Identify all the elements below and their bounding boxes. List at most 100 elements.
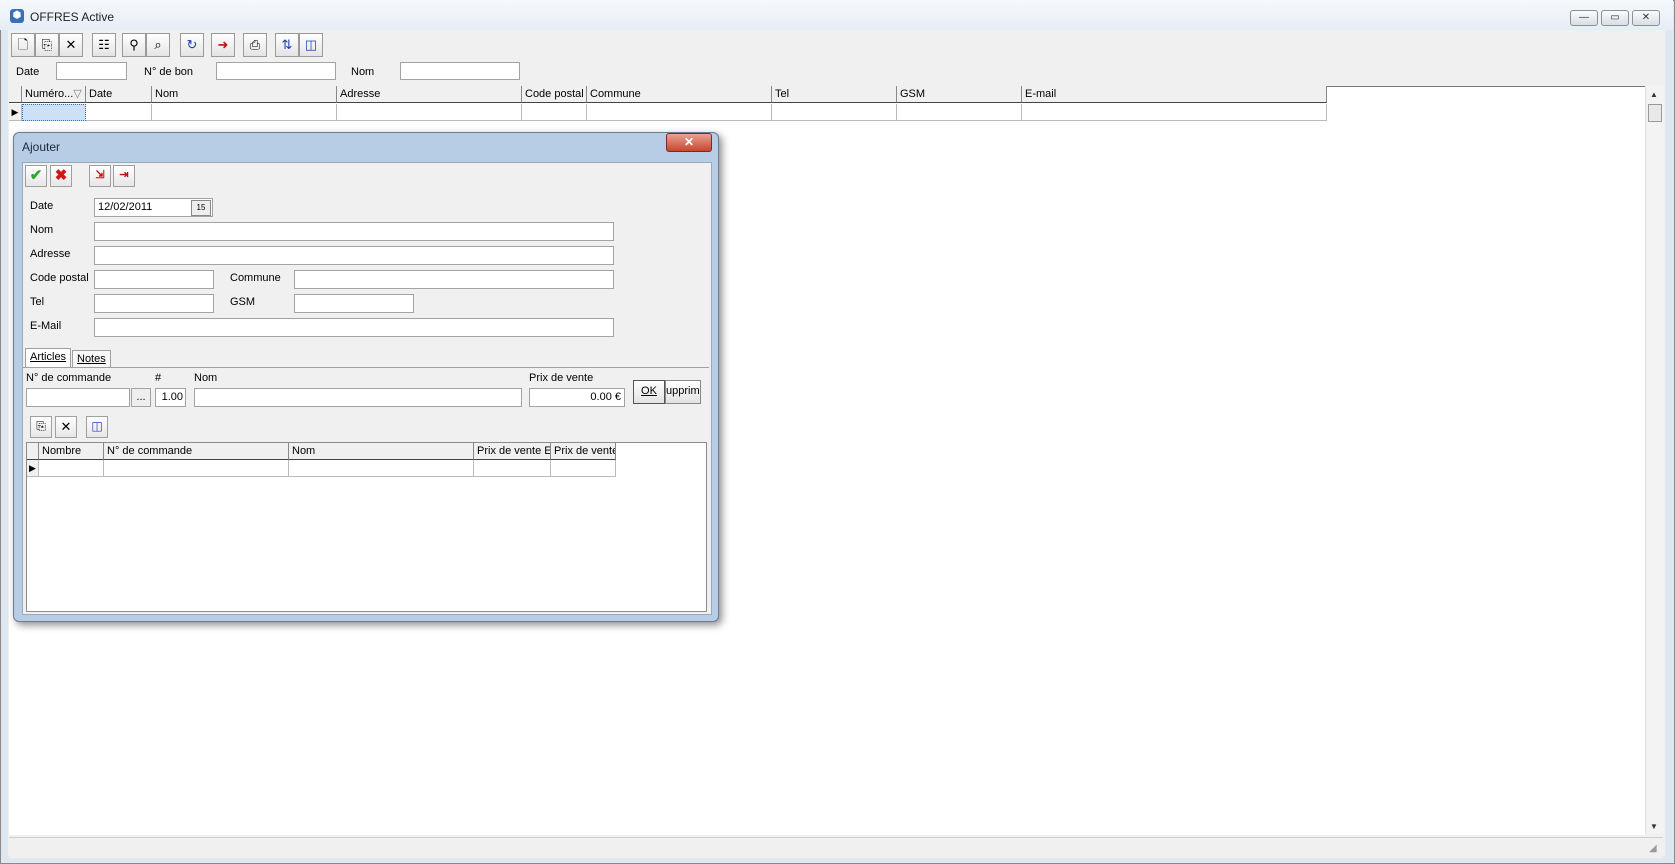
minimize-button[interactable]: — xyxy=(1570,10,1598,26)
filter-nom-input[interactable] xyxy=(400,62,520,80)
col-header-tel[interactable]: Tel xyxy=(772,86,897,103)
copy-icon[interactable]: ⎘ xyxy=(35,33,59,57)
dialog-title: Ajouter xyxy=(22,140,61,154)
filter-nom-label: Nom xyxy=(351,66,375,78)
sub-grid-cell[interactable] xyxy=(474,460,551,477)
import-icon[interactable]: ⇲ xyxy=(89,165,111,187)
commande-label: N° de commande xyxy=(26,372,112,384)
filter-bon-label: N° de bon xyxy=(144,66,194,78)
grid-corner xyxy=(9,86,22,103)
grid-cell[interactable] xyxy=(152,104,337,121)
sub-grid-cell[interactable] xyxy=(551,460,616,477)
code-postal-field[interactable] xyxy=(94,270,214,289)
tel-field[interactable] xyxy=(94,294,214,313)
dialog-close-button[interactable]: ✕ xyxy=(666,133,712,152)
tab-articles[interactable]: Articles xyxy=(25,348,72,368)
columns-icon[interactable]: ◫ xyxy=(86,416,108,438)
row-indicator-icon: ▶ xyxy=(9,104,22,121)
supprimer-button[interactable]: upprim xyxy=(665,380,701,404)
sub-col-header-prix-ex[interactable]: Prix de vente Ex xyxy=(474,443,551,460)
app-icon: ⬢ xyxy=(10,9,24,23)
sub-grid-cell[interactable] xyxy=(289,460,474,477)
ok-button[interactable]: OK xyxy=(633,380,665,404)
col-header-commune[interactable]: Commune xyxy=(587,86,772,103)
sub-col-header-nom[interactable]: Nom xyxy=(289,443,474,460)
new-icon[interactable]: 🗋 xyxy=(11,33,35,57)
email-field[interactable] xyxy=(94,318,614,337)
columns-icon[interactable]: ◫ xyxy=(299,33,323,57)
prix-label: Prix de vente xyxy=(529,372,594,384)
sort-arrow-icon: ▽ xyxy=(73,88,82,100)
nom-field[interactable] xyxy=(94,222,614,241)
commune-field[interactable] xyxy=(294,270,614,289)
prix-input[interactable]: 0.00 € xyxy=(529,388,625,407)
vertical-scrollbar[interactable] xyxy=(1645,86,1664,834)
browse-button[interactable]: ... xyxy=(131,388,151,407)
scroll-up-icon[interactable]: ▲ xyxy=(1650,90,1658,99)
col-header-email[interactable]: E-mail xyxy=(1022,86,1327,103)
commune-label: Commune xyxy=(230,272,281,284)
resize-grip-icon[interactable]: ◢ xyxy=(1649,843,1657,854)
sub-col-header-prix[interactable]: Prix de vente xyxy=(551,443,616,460)
sub-col-header-nombre[interactable]: Nombre xyxy=(39,443,104,460)
date-label: Date xyxy=(30,200,54,212)
code-postal-label: Code postal xyxy=(30,272,89,284)
close-button[interactable]: ✕ xyxy=(1632,10,1660,26)
grid-cell[interactable] xyxy=(772,104,897,121)
grid-cell[interactable] xyxy=(1022,104,1327,121)
find-icon[interactable]: ⌕ xyxy=(146,33,170,57)
filter-date-label: Date xyxy=(16,66,40,78)
cancel-cross-icon[interactable]: ✖ xyxy=(50,165,72,187)
delete-icon[interactable]: ✕ xyxy=(59,33,83,57)
tel-label: Tel xyxy=(30,296,45,308)
delete-icon[interactable]: ✕ xyxy=(55,416,77,438)
nom-label: Nom xyxy=(30,224,54,236)
window-title: OFFRES Active xyxy=(30,10,115,24)
col-header-gsm[interactable]: GSM xyxy=(897,86,1022,103)
article-nom-input[interactable] xyxy=(194,388,522,407)
export-icon[interactable]: ⇥ xyxy=(113,165,135,187)
properties-icon[interactable]: ☷ xyxy=(92,33,116,57)
col-header-adresse[interactable]: Adresse xyxy=(337,86,522,103)
filter-date-input[interactable] xyxy=(56,62,127,80)
gsm-label: GSM xyxy=(230,296,256,308)
col-header-code-postal[interactable]: Code postal xyxy=(522,86,587,103)
col-header-date[interactable]: Date xyxy=(86,86,152,103)
grid-cell[interactable] xyxy=(587,104,772,121)
qty-label: # xyxy=(155,372,162,384)
sub-grid-corner xyxy=(27,443,39,460)
grid-cell-selected[interactable] xyxy=(22,104,86,121)
adresse-label: Adresse xyxy=(30,248,71,260)
status-bar xyxy=(9,837,1663,858)
scroll-down-icon[interactable]: ▼ xyxy=(1650,822,1658,831)
sub-grid-cell[interactable] xyxy=(104,460,289,477)
filter-bon-input[interactable] xyxy=(216,62,336,80)
qty-input[interactable]: 1.00 xyxy=(155,388,186,407)
grid-cell[interactable] xyxy=(522,104,587,121)
grid-cell[interactable] xyxy=(86,104,152,121)
col-header-numero[interactable]: Numéro...▽ xyxy=(22,86,86,103)
col-header-nom[interactable]: Nom xyxy=(152,86,337,103)
filter-icon[interactable]: ⚲ xyxy=(122,33,146,57)
export-icon[interactable]: ➜ xyxy=(211,33,235,57)
print-icon[interactable]: ⎙ xyxy=(243,33,267,57)
sub-grid-cell[interactable] xyxy=(39,460,104,477)
title-bar[interactable] xyxy=(0,0,1673,30)
maximize-button[interactable]: ▭ xyxy=(1601,10,1629,26)
email-label: E-Mail xyxy=(30,320,62,332)
adresse-field[interactable] xyxy=(94,246,614,265)
sub-col-header-commande[interactable]: N° de commande xyxy=(104,443,289,460)
sub-row-indicator-icon: ▶ xyxy=(27,460,39,477)
tab-notes[interactable]: Notes xyxy=(72,350,111,368)
gsm-field[interactable] xyxy=(294,294,414,313)
confirm-check-icon[interactable]: ✔ xyxy=(25,165,47,187)
commande-input[interactable] xyxy=(26,388,130,407)
refresh-icon[interactable]: ↻ xyxy=(180,33,204,57)
article-nom-label: Nom xyxy=(194,372,218,384)
grid-cell[interactable] xyxy=(897,104,1022,121)
grid-cell[interactable] xyxy=(337,104,522,121)
calendar-icon[interactable]: 15 xyxy=(191,200,211,216)
sort-icon[interactable]: ⇅ xyxy=(275,33,299,57)
copy-icon[interactable]: ⎘ xyxy=(30,416,52,438)
scroll-thumb[interactable] xyxy=(1648,104,1662,122)
